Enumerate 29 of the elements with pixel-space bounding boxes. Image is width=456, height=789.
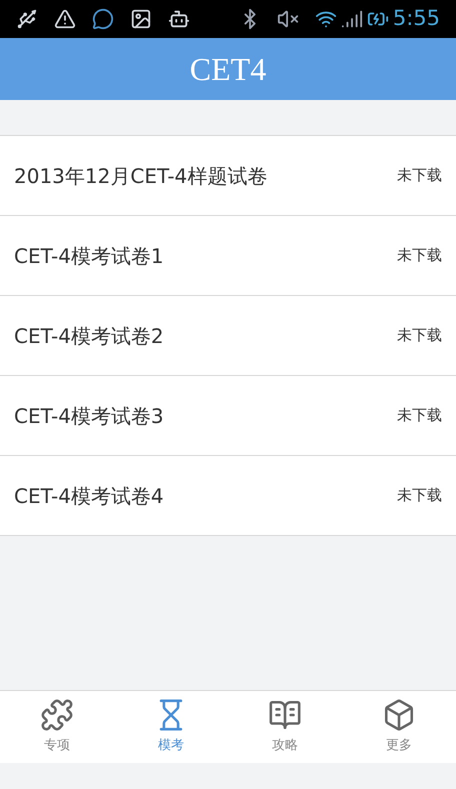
paper-title: CET-4模考试卷2 [14, 322, 164, 350]
warning-icon [54, 8, 76, 30]
signal-icon [340, 8, 363, 30]
download-status: 未下载 [397, 405, 442, 426]
paper-row[interactable]: 2013年12月CET-4样题试卷 未下载 [0, 136, 456, 216]
usb-icon [16, 8, 38, 30]
app-title: CET4 [190, 50, 266, 89]
download-status: 未下载 [397, 165, 442, 186]
cube-icon [382, 698, 416, 732]
tab[interactable]: 更多 [342, 691, 456, 763]
download-status: 未下载 [397, 325, 442, 346]
clock-time: 5:55 [392, 5, 440, 32]
puzzle-icon [40, 698, 74, 732]
paper-title: 2013年12月CET-4样题试卷 [14, 162, 268, 190]
chat-icon [92, 8, 114, 30]
download-status: 未下载 [397, 485, 442, 506]
paper-title: CET-4模考试卷1 [14, 242, 164, 270]
paper-row[interactable]: CET-4模考试卷4 未下载 [0, 456, 456, 536]
mute-icon [276, 8, 299, 30]
robot-icon [168, 8, 190, 30]
paper-row[interactable]: CET-4模考试卷3 未下载 [0, 376, 456, 456]
paper-row[interactable]: CET-4模考试卷2 未下载 [0, 296, 456, 376]
tab[interactable]: 攻略 [228, 691, 342, 763]
tab[interactable]: 专项 [0, 691, 114, 763]
paper-title: CET-4模考试卷4 [14, 482, 164, 510]
paper-title: CET-4模考试卷3 [14, 402, 164, 430]
download-status: 未下载 [397, 245, 442, 266]
paper-row[interactable]: CET-4模考试卷1 未下载 [0, 216, 456, 296]
image-icon [130, 8, 152, 30]
